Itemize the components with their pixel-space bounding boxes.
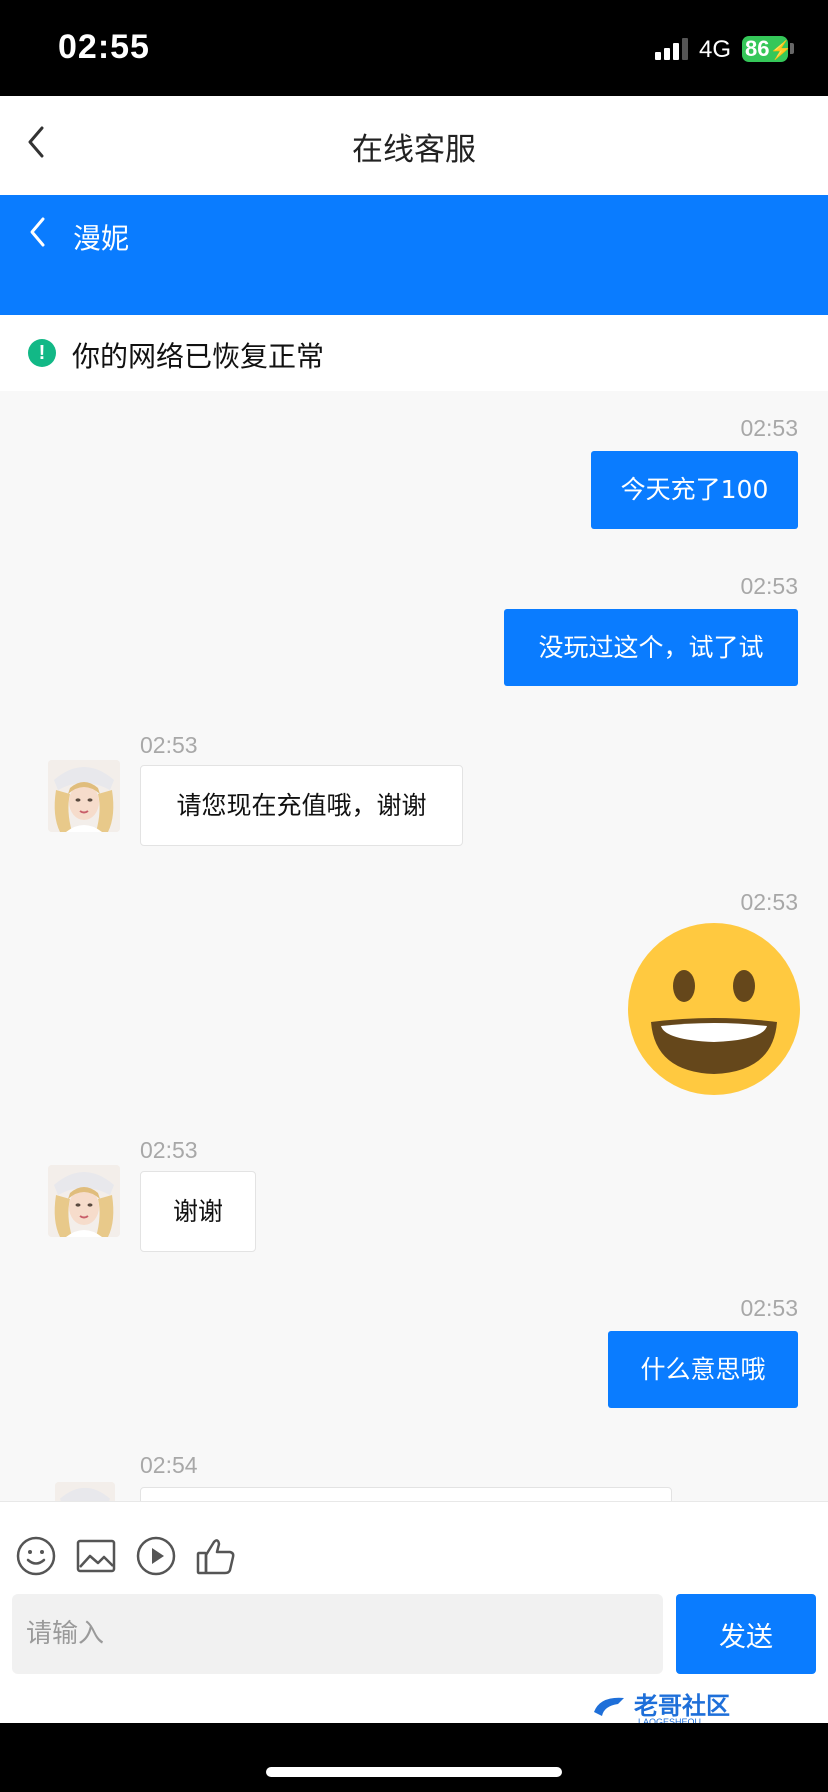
message-timestamp: 02:53 <box>740 1295 798 1321</box>
title-bar: 在线客服 <box>0 96 828 195</box>
message-input[interactable] <box>12 1594 663 1674</box>
message-bubble-incoming[interactable]: 谢谢 <box>140 1171 256 1252</box>
message-timestamp: 02:53 <box>740 415 798 441</box>
thumbs-up-icon[interactable] <box>194 1534 238 1578</box>
agent-header: 漫妮 <box>0 195 828 315</box>
network-type: 4G <box>699 36 732 63</box>
watermark-text: 老哥社区 <box>634 1692 730 1720</box>
video-play-icon[interactable] <box>134 1534 178 1578</box>
status-time: 02:55 <box>58 28 150 66</box>
message-timestamp: 02:53 <box>740 889 798 915</box>
battery-level: 86 <box>745 36 770 61</box>
network-notice: ! 你的网络已恢复正常 <box>0 315 828 391</box>
status-bar: 02:55 4G 86⚡ <box>0 0 828 96</box>
agent-name: 漫妮 <box>73 222 130 255</box>
signal-strength-icon <box>655 38 688 60</box>
input-area: 发送 老哥社区 LAOGESHEQU <box>0 1501 828 1726</box>
send-button[interactable]: 发送 <box>676 1594 816 1674</box>
notice-text: 你的网络已恢复正常 <box>72 340 325 373</box>
smiley-icon[interactable] <box>14 1534 58 1578</box>
chat-messages[interactable]: 02:53 今天充了100 02:53 没玩过这个，试了试 02:53 请您现在… <box>0 391 828 1501</box>
avatar-image <box>48 760 120 832</box>
exclamation-icon: ! <box>28 339 56 367</box>
message-bubble-outgoing[interactable]: 今天充了100 <box>591 451 798 529</box>
message-bubble-outgoing[interactable]: 什么意思哦 <box>608 1331 798 1408</box>
message-bubble-incoming[interactable] <box>140 1487 672 1501</box>
watermark-logo: 老哥社区 LAOGESHEQU <box>594 1692 730 1726</box>
agent-avatar[interactable] <box>48 760 120 832</box>
avatar-image <box>48 1165 120 1237</box>
message-timestamp: 02:54 <box>140 1452 198 1478</box>
message-bubble-incoming[interactable]: 请您现在充值哦，谢谢 <box>140 765 463 846</box>
battery-indicator: 86⚡ <box>742 36 792 62</box>
message-bubble-outgoing[interactable]: 没玩过这个，试了试 <box>504 609 798 686</box>
page-title: 在线客服 <box>352 132 476 168</box>
agent-avatar[interactable] <box>48 1165 120 1237</box>
message-timestamp: 02:53 <box>140 732 198 758</box>
message-timestamp: 02:53 <box>740 573 798 599</box>
grinning-face-emoji-icon[interactable] <box>627 922 801 1096</box>
home-indicator[interactable] <box>266 1767 562 1777</box>
battery-nub <box>790 43 794 54</box>
home-bar <box>0 1723 828 1792</box>
charging-icon: ⚡ <box>769 40 792 60</box>
message-timestamp: 02:53 <box>140 1137 198 1163</box>
image-icon[interactable] <box>74 1534 118 1578</box>
agent-avatar[interactable] <box>55 1482 115 1501</box>
avatar-image <box>55 1482 115 1501</box>
back-arrow-icon[interactable] <box>26 215 50 249</box>
